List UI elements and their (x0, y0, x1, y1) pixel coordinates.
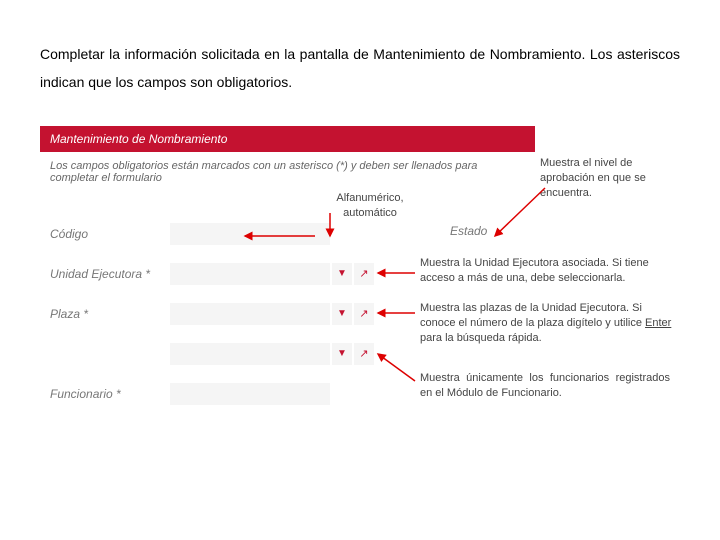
callout-plaza-enter: Enter (645, 317, 671, 329)
label-unidad: Unidad Ejecutora * (40, 267, 170, 281)
dropdown-plaza[interactable]: ▼ (332, 303, 352, 325)
callout-ue: Muestra la Unidad Ejecutora asociada. Si… (420, 256, 670, 286)
dropdown-unidad[interactable]: ▼ (332, 263, 352, 285)
label-funcionario: Funcionario * (40, 387, 170, 401)
callout-nivel: Muestra el nivel de aprobación en que se… (540, 156, 680, 201)
form-header: Mantenimiento de Nombramiento (40, 126, 535, 152)
label-plaza: Plaza * (40, 307, 170, 321)
callout-plaza: Muestra las plazas de la Unidad Ejecutor… (420, 301, 680, 346)
popup-plaza[interactable]: ↗ (354, 303, 374, 325)
input-funcionario[interactable] (170, 383, 330, 405)
popup-extra[interactable]: ↗ (354, 343, 374, 365)
input-unidad[interactable] (170, 263, 330, 285)
input-extra[interactable] (170, 343, 330, 365)
label-estado: Estado (450, 224, 487, 238)
label-codigo: Código (40, 227, 170, 241)
instruction-text: Completar la información solicitada en l… (40, 40, 680, 96)
callout-func: Muestra únicamente los funcionarios regi… (420, 371, 670, 401)
popup-unidad[interactable]: ↗ (354, 263, 374, 285)
callout-alfa: Alfanumérico, automático (310, 191, 430, 221)
input-codigo[interactable] (170, 223, 330, 245)
input-plaza[interactable] (170, 303, 330, 325)
callout-plaza-a: Muestra las plazas de la Unidad Ejecutor… (420, 302, 645, 329)
required-hint: Los campos obligatorios están marcados c… (40, 152, 520, 188)
callout-plaza-b: para la búsqueda rápida. (420, 332, 542, 344)
dropdown-extra[interactable]: ▼ (332, 343, 352, 365)
form-screenshot: Mantenimiento de Nombramiento Los campos… (40, 126, 680, 446)
